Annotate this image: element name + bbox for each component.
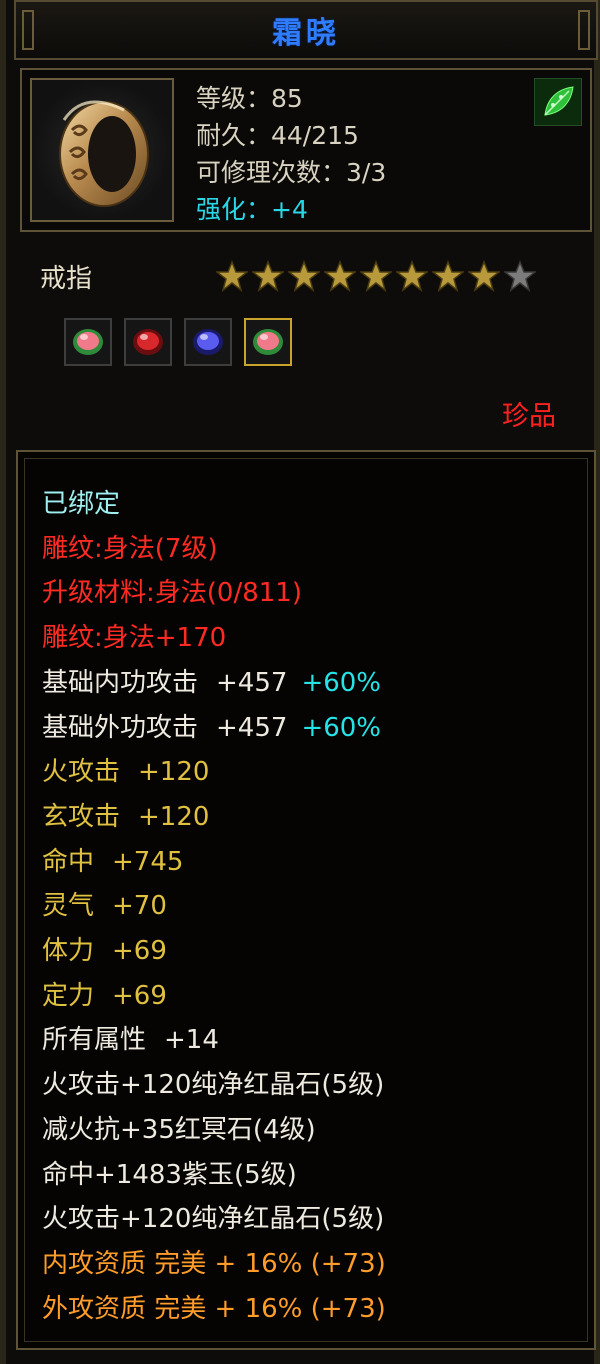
stat-value: +457: [216, 712, 288, 743]
stat-label: 定力: [42, 980, 95, 1011]
stat-extra: +60%: [301, 712, 382, 743]
gem-bonus-line: 减火抗+35红冥石(4级): [42, 1114, 316, 1145]
star-filled-icon: [358, 259, 394, 292]
tooltip-frame: 霜晓 等级：85 耐久：44/215 可修理次数：3/3 强化：+4 戒指 珍品…: [0, 0, 600, 1364]
ring-icon: [30, 78, 174, 222]
item-repair-count: 可修理次数：3/3: [196, 158, 387, 187]
quality-line: 外攻资质 完美 + 16% (+73): [42, 1293, 386, 1324]
star-filled-icon: [286, 259, 322, 292]
item-info-panel: 等级：85 耐久：44/215 可修理次数：3/3 强化：+4: [20, 68, 592, 232]
item-rarity: 珍品: [502, 401, 556, 432]
item-enhance: 强化：+4: [196, 195, 308, 224]
stat-line: 命中 +745: [42, 840, 386, 885]
stat-label: 基础内功攻击: [42, 667, 199, 698]
stat-line: 所有属性 +14: [42, 1018, 386, 1063]
stat-line: 火攻击 +120: [42, 750, 386, 795]
blue-gem-icon[interactable]: [184, 318, 232, 366]
item-durability: 耐久：44/215: [196, 121, 359, 150]
star-empty-icon: [502, 259, 538, 292]
stat-extra: +60%: [301, 667, 382, 698]
stat-value: +745: [112, 846, 184, 877]
stat-line: 玄攻击 +120: [42, 795, 386, 840]
star-filled-icon: [430, 259, 466, 292]
pink-gem-icon[interactable]: [244, 318, 292, 366]
gem-bonus-line: 命中+1483紫玉(5级): [42, 1159, 297, 1190]
red-gem-icon[interactable]: [124, 318, 172, 366]
star-rating: [214, 259, 538, 292]
star-filled-icon: [394, 259, 430, 292]
stat-line: 灵气 +70: [42, 884, 386, 929]
stat-label: 命中: [42, 846, 95, 877]
stat-value: +120: [138, 801, 210, 832]
stat-value: +14: [164, 1025, 219, 1056]
item-level: 等级：85: [196, 84, 303, 113]
stat-label: 体力: [42, 936, 95, 967]
stat-label: 灵气: [42, 891, 95, 922]
stat-value: +70: [112, 891, 167, 922]
green-leaf-icon: [534, 78, 582, 126]
item-name: 霜晓: [272, 16, 340, 51]
stat-label: 玄攻击: [42, 801, 121, 832]
item-details-panel: 已绑定 雕纹:身法(7级) 升级材料:身法(0/811) 雕纹:身法+170 基…: [16, 450, 596, 1350]
bound-status: 已绑定: [42, 489, 121, 519]
stat-line: 体力 +69: [42, 929, 386, 974]
stat-label: 所有属性: [42, 1025, 147, 1056]
stat-value: +120: [138, 757, 210, 788]
stat-line: 基础内功攻击 +457 +60%: [42, 661, 386, 706]
engrave-line: 雕纹:身法(7级): [42, 533, 218, 564]
item-summary: 戒指 珍品: [20, 240, 592, 440]
star-filled-icon: [466, 259, 502, 292]
quality-line: 内攻资质 完美 + 16% (+73): [42, 1248, 386, 1279]
star-filled-icon: [322, 259, 358, 292]
stat-line: 定力 +69: [42, 974, 386, 1019]
gem-bonus-line: 火攻击+120纯净红晶石(5级): [42, 1070, 385, 1101]
title-bar: 霜晓: [14, 0, 598, 60]
item-stats: 等级：85 耐久：44/215 可修理次数：3/3 强化：+4: [196, 80, 386, 228]
stat-value: +69: [112, 936, 167, 967]
stat-label: 基础外功攻击: [42, 712, 199, 743]
stat-value: +69: [112, 980, 167, 1011]
engrave-bonus-line: 雕纹:身法+170: [42, 623, 227, 654]
stat-label: 火攻击: [42, 757, 121, 788]
stat-line: 基础外功攻击 +457 +60%: [42, 706, 386, 751]
details-lines: 已绑定 雕纹:身法(7级) 升级材料:身法(0/811) 雕纹:身法+170 基…: [42, 482, 386, 1331]
upgrade-material-line: 升级材料:身法(0/811): [42, 578, 302, 609]
star-filled-icon: [250, 259, 286, 292]
star-filled-icon: [214, 259, 250, 292]
stat-value: +457: [216, 667, 288, 698]
gem-bonus-line: 火攻击+120纯净红晶石(5级): [42, 1204, 385, 1235]
gem-slots: [64, 318, 292, 366]
pink-gem-icon[interactable]: [64, 318, 112, 366]
item-type: 戒指: [40, 264, 93, 294]
